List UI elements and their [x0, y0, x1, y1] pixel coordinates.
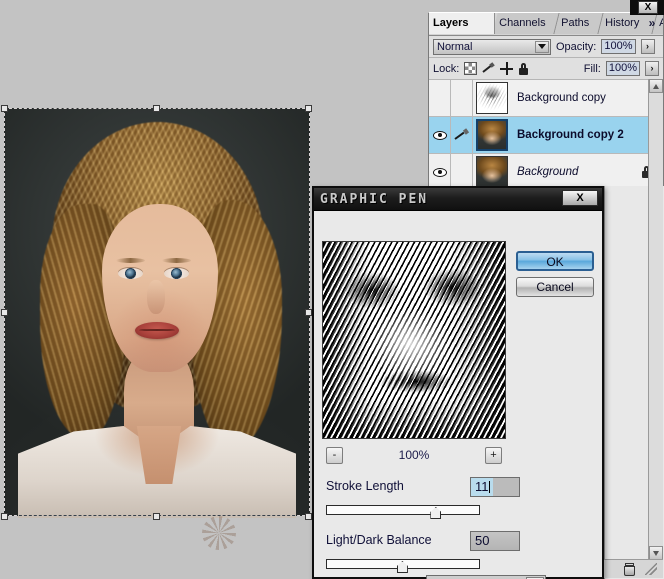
light-dark-balance-slider[interactable] [326, 559, 480, 573]
opacity-stepper-icon[interactable]: › [640, 39, 655, 54]
tab-paths-label: Paths [561, 17, 590, 29]
brush-icon[interactable] [455, 129, 469, 142]
zoom-in-button[interactable]: + [485, 447, 502, 464]
transparency-lock-icon[interactable] [464, 62, 478, 75]
nose [147, 280, 165, 314]
lips [135, 322, 179, 339]
opacity-input[interactable]: 100% [601, 39, 636, 54]
selection-handle-w[interactable] [1, 309, 8, 316]
eye-icon[interactable] [432, 130, 447, 140]
preview-mouth [366, 363, 465, 399]
blend-opacity-row: Normal Opacity: 100% › [429, 36, 663, 58]
preview-eyes [333, 269, 495, 321]
tab-paths[interactable]: Paths [554, 13, 604, 34]
stroke-length-value: 11 [475, 479, 489, 494]
filter-preview[interactable] [322, 241, 506, 439]
selection-handle-ne[interactable] [305, 105, 312, 112]
fill-label: Fill: [583, 62, 601, 75]
dialog-close-button[interactable]: X [562, 190, 598, 206]
layer-name-label: Background [517, 166, 579, 178]
tab-history-label: History [605, 17, 640, 29]
panel-scrollbar[interactable] [648, 79, 663, 560]
stroke-length-slider-knob[interactable] [430, 507, 442, 519]
selection-handle-n[interactable] [153, 105, 160, 112]
scroll-up-arrow-icon[interactable] [649, 79, 663, 93]
fill-stepper-icon[interactable]: › [645, 61, 659, 76]
layer-list: Background copy Background copy 2 Backgr [429, 80, 663, 193]
portrait-photo [4, 108, 310, 550]
stroke-direction-control: Stroke Direction: Right Diagonal [326, 575, 547, 579]
graphic-pen-dialog: GRAPHIC PEN X OK Cancel - 100% + Stroke … [312, 186, 604, 579]
layer-name-label: Background copy [517, 92, 606, 104]
layer-visibility-toggle[interactable] [429, 117, 451, 153]
selection-handle-sw[interactable] [1, 513, 8, 520]
resize-grip-icon[interactable] [645, 563, 657, 575]
shoulder-tattoo [202, 516, 236, 550]
eyebrow-right [162, 258, 191, 263]
panel-tab-bar: Layers Channels Paths History Actions » [429, 13, 663, 36]
stroke-length-input[interactable]: 11 [470, 477, 520, 497]
table-row[interactable]: Background copy [429, 80, 663, 117]
photoshop-screen: X Layers Channels Paths History Actions … [0, 0, 664, 579]
stroke-length-label: Stroke Length [326, 479, 404, 493]
eye-left [118, 268, 143, 279]
chevron-down-icon[interactable] [535, 40, 549, 53]
selection-handle-s[interactable] [153, 513, 160, 520]
tab-layers-label: Layers [433, 17, 469, 29]
eyebrow-left [116, 258, 145, 263]
light-dark-balance-slider-knob[interactable] [396, 561, 408, 573]
tab-channels[interactable]: Channels [492, 13, 560, 34]
preview-zoom-controls: - 100% + [322, 447, 506, 465]
layer-link-cell[interactable] [451, 154, 473, 190]
selection-handle-nw[interactable] [1, 105, 8, 112]
trash-icon[interactable] [624, 562, 635, 576]
lock-label: Lock: [433, 62, 460, 75]
layer-visibility-toggle[interactable] [429, 80, 451, 116]
eye-right [164, 268, 189, 279]
lock-row: Lock: Fill: 100% › [429, 58, 663, 80]
opacity-label: Opacity: [556, 40, 597, 53]
zoom-percent-label: 100% [398, 448, 430, 462]
paint-lock-icon[interactable] [482, 62, 495, 75]
selection-handle-e[interactable] [305, 309, 312, 316]
layer-link-cell[interactable] [451, 117, 473, 153]
eye-icon[interactable] [432, 167, 447, 177]
stroke-length-slider[interactable] [326, 505, 480, 519]
cancel-button[interactable]: Cancel [516, 277, 594, 297]
blend-mode-value: Normal [437, 40, 473, 53]
fill-input[interactable]: 100% [605, 61, 640, 76]
ok-button[interactable]: OK [516, 251, 594, 271]
dialog-titlebar[interactable]: GRAPHIC PEN X [314, 188, 602, 211]
selection-handle-se[interactable] [305, 513, 312, 520]
document-canvas[interactable] [4, 108, 310, 550]
layer-visibility-toggle[interactable] [429, 154, 451, 190]
window-close-button[interactable]: X [638, 1, 658, 14]
layer-thumbnail[interactable] [476, 119, 508, 151]
dialog-body: OK Cancel - 100% + Stroke Length 11 Ligh… [314, 211, 602, 579]
layer-thumbnail[interactable] [476, 156, 508, 188]
panel-menu-button[interactable]: » [643, 15, 661, 32]
tab-layers[interactable]: Layers [429, 13, 495, 34]
layer-thumbnail[interactable] [476, 82, 508, 114]
lock-all-icon[interactable] [518, 62, 529, 75]
tab-channels-label: Channels [499, 17, 546, 29]
stroke-direction-select[interactable]: Right Diagonal [426, 575, 547, 579]
move-lock-icon[interactable] [500, 62, 514, 75]
layer-name-label: Background copy 2 [517, 129, 624, 141]
layer-link-cell[interactable] [451, 80, 473, 116]
scroll-down-arrow-icon[interactable] [649, 546, 663, 560]
blend-mode-select[interactable]: Normal [433, 38, 551, 55]
light-dark-balance-input[interactable]: 50 [470, 531, 520, 551]
window-titlebar: X [630, 0, 664, 15]
dialog-title: GRAPHIC PEN [320, 191, 429, 207]
table-row[interactable]: Background copy 2 [429, 117, 663, 154]
light-dark-balance-label: Light/Dark Balance [326, 533, 432, 547]
